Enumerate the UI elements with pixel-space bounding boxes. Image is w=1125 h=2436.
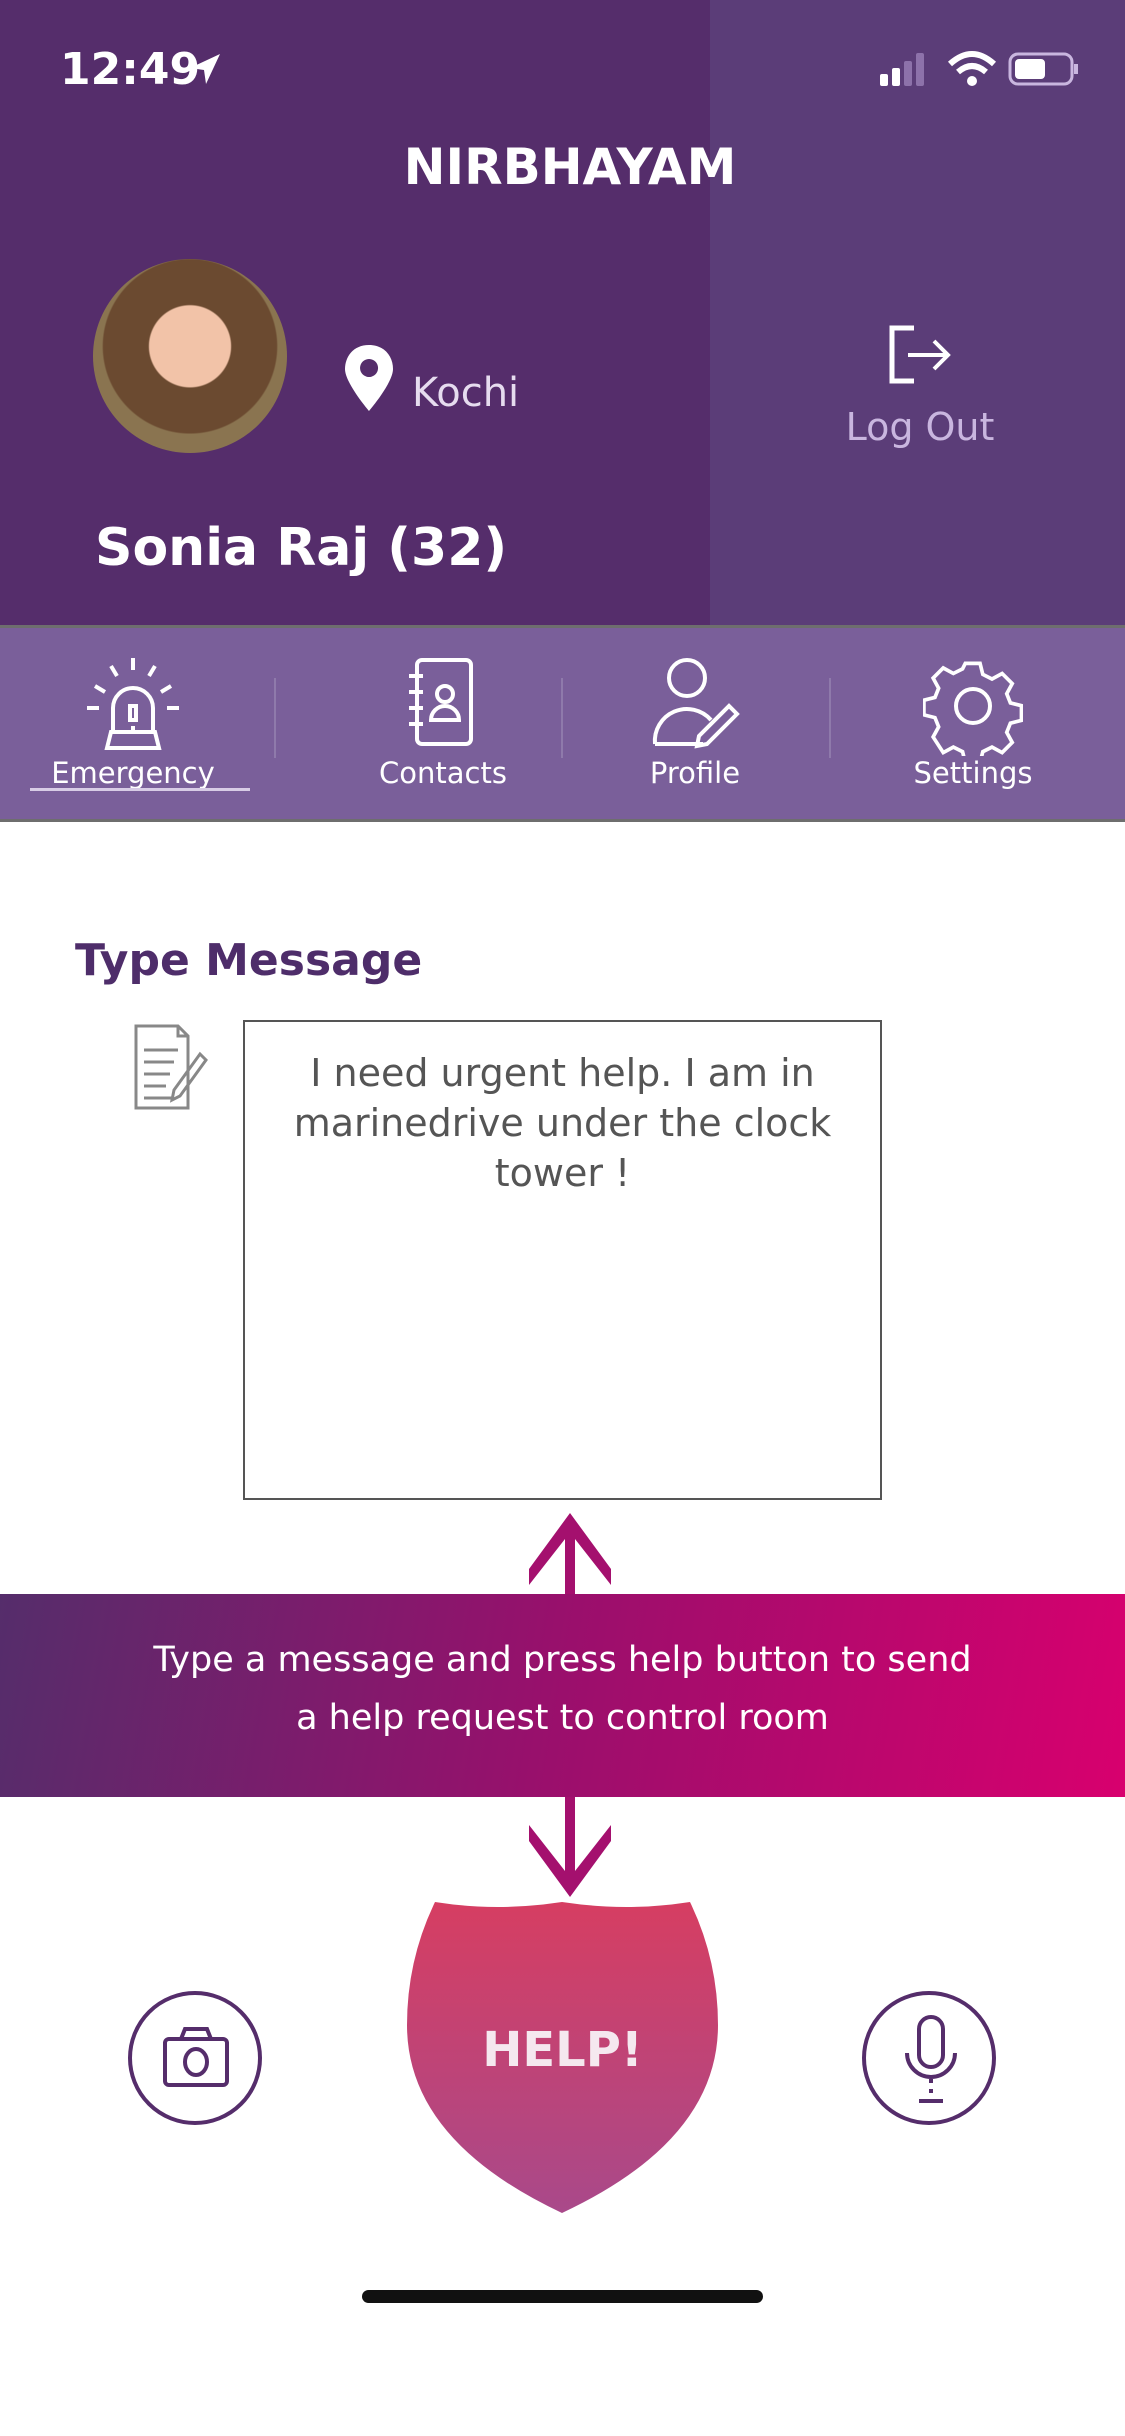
note-edit-icon bbox=[134, 1024, 208, 1110]
message-input[interactable]: I need urgent help. I am in marinedrive … bbox=[243, 1020, 882, 1500]
tab-contacts[interactable]: Contacts bbox=[340, 628, 546, 818]
tab-bar: Emergency Contacts Profile Settings bbox=[0, 625, 1125, 822]
divider bbox=[829, 678, 831, 758]
camera-icon bbox=[163, 2027, 229, 2087]
avatar[interactable] bbox=[93, 259, 287, 453]
app-title: NIRBHAYAM bbox=[403, 138, 737, 196]
siren-icon bbox=[87, 658, 179, 750]
microphone-button[interactable] bbox=[862, 1991, 996, 2125]
home-indicator[interactable] bbox=[362, 2290, 763, 2303]
logout-button[interactable] bbox=[710, 0, 1125, 625]
tab-profile[interactable]: Profile bbox=[592, 628, 798, 818]
active-tab-indicator bbox=[30, 788, 250, 791]
tab-label: Settings bbox=[913, 756, 1033, 790]
tab-label: Profile bbox=[649, 756, 741, 790]
user-edit-icon bbox=[652, 658, 740, 749]
hint-text: Type a message and press help button to … bbox=[153, 1640, 972, 1738]
camera-button[interactable] bbox=[128, 1991, 262, 2125]
help-label[interactable]: HELP! bbox=[407, 2022, 718, 2078]
logout-label[interactable]: Log Out bbox=[710, 405, 1125, 449]
location-pin-icon bbox=[345, 345, 393, 411]
tab-label: Emergency bbox=[51, 756, 215, 790]
location-text: Kochi bbox=[412, 370, 520, 416]
contact-book-icon bbox=[409, 658, 473, 746]
hint-banner: Type a message and press help button to … bbox=[0, 1594, 1125, 1797]
tab-settings[interactable]: Settings bbox=[870, 628, 1076, 818]
type-message-label: Type Message bbox=[75, 935, 423, 986]
tab-label: Contacts bbox=[379, 756, 507, 790]
logout-icon[interactable] bbox=[888, 325, 954, 385]
signal-wifi-battery-icons bbox=[880, 51, 1078, 86]
gear-icon bbox=[923, 661, 1023, 756]
divider bbox=[561, 678, 563, 758]
microphone-icon bbox=[905, 2015, 957, 2103]
divider bbox=[274, 678, 276, 758]
user-name: Sonia Raj (32) bbox=[95, 518, 508, 578]
status-time: 12:49 bbox=[60, 44, 201, 95]
location-arrow-icon bbox=[190, 54, 220, 84]
